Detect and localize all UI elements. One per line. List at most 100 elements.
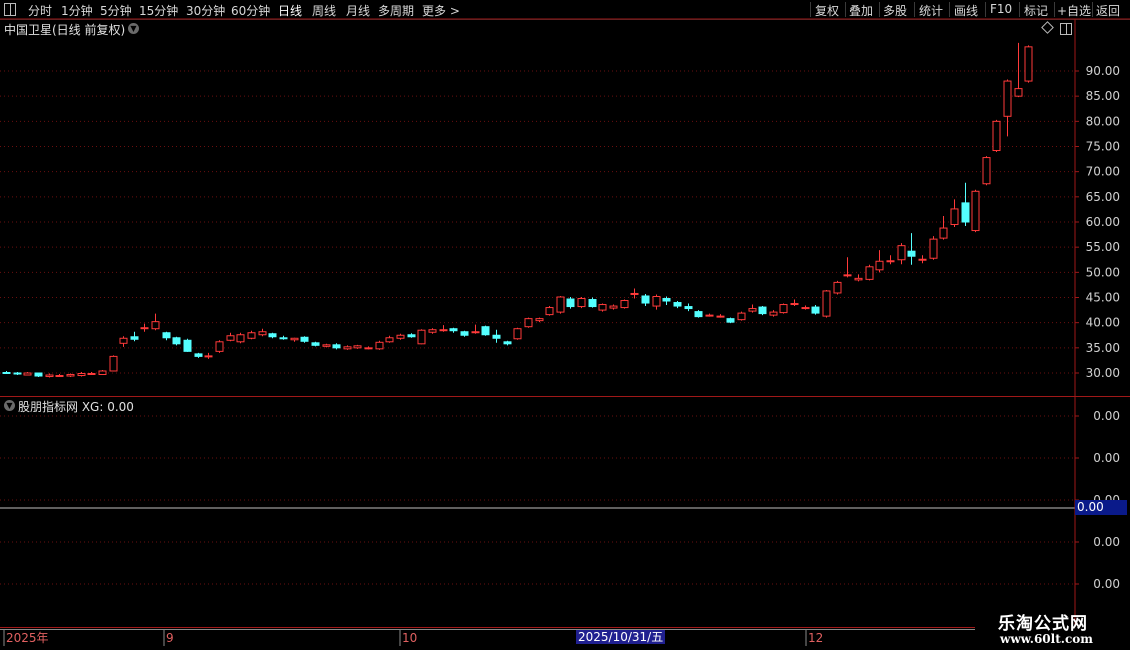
candle xyxy=(343,345,352,350)
candle-body xyxy=(822,290,831,317)
candle-body xyxy=(1003,80,1012,117)
candle xyxy=(460,330,469,337)
candle-body xyxy=(513,328,522,340)
candle xyxy=(950,199,959,228)
candle xyxy=(258,328,267,337)
y-tick-label: 55.00 xyxy=(1086,240,1120,254)
panel-toggle-icon[interactable] xyxy=(1060,23,1072,35)
candle xyxy=(13,371,22,376)
candle-body xyxy=(833,281,842,294)
candle-body xyxy=(471,331,480,334)
candle-body xyxy=(982,157,991,185)
candle xyxy=(364,346,373,350)
date-label: 2025年 xyxy=(6,631,49,645)
chevron-down-icon[interactable]: ▼ xyxy=(4,400,15,411)
candle-body xyxy=(535,318,544,322)
candle xyxy=(641,293,650,307)
candle xyxy=(588,297,597,308)
watermark-url: www.60lt.com xyxy=(1000,632,1093,646)
indicator-tick-label: 0.00 xyxy=(1093,535,1120,549)
kline-chart[interactable]: 30.00 35.00 40.00 45.00 50.00 55.00 60.00 65.00… xyxy=(0,0,1130,650)
candle-body xyxy=(971,190,980,232)
candle-body xyxy=(204,355,213,358)
candle xyxy=(907,233,916,265)
y-tick-label: 35.00 xyxy=(1086,341,1120,355)
candle xyxy=(492,329,501,343)
cursor-date-label: 2025/10/31/五 xyxy=(576,630,666,644)
candle xyxy=(417,329,426,345)
candle xyxy=(652,294,661,310)
candle xyxy=(865,264,874,281)
chevron-down-icon[interactable]: ▼ xyxy=(128,23,139,34)
candle xyxy=(961,182,970,227)
candle xyxy=(396,333,405,340)
date-label: 9 xyxy=(166,631,174,645)
candle-body xyxy=(1014,88,1023,97)
chart-title: 中国卫星(日线 前复权) xyxy=(4,23,126,37)
candle-body xyxy=(630,292,639,295)
candle xyxy=(556,295,565,314)
candle xyxy=(2,370,11,375)
candle-body xyxy=(34,372,43,377)
candle xyxy=(833,280,842,295)
candle-body xyxy=(673,302,682,307)
candle xyxy=(481,325,490,336)
candle-body xyxy=(854,277,863,281)
candle xyxy=(545,306,554,316)
candle xyxy=(1014,42,1023,98)
candle xyxy=(215,340,224,353)
candle xyxy=(34,372,43,378)
candle-body xyxy=(588,299,597,308)
candle xyxy=(140,323,149,332)
candle xyxy=(694,310,703,318)
y-tick-label: 65.00 xyxy=(1086,190,1120,204)
candle-body xyxy=(875,260,884,271)
chart-frame xyxy=(0,18,1130,630)
candle xyxy=(929,236,938,260)
candle xyxy=(684,303,693,312)
candle-body xyxy=(247,332,256,339)
candle-body xyxy=(662,298,671,302)
candle-body xyxy=(641,295,650,304)
y-tick-label: 90.00 xyxy=(1086,64,1120,78)
candle-body xyxy=(23,372,32,376)
candle-body xyxy=(992,120,1001,152)
candle xyxy=(87,371,96,376)
candle xyxy=(513,327,522,340)
candle xyxy=(428,328,437,334)
candlestick-series xyxy=(2,42,1033,378)
candle-body xyxy=(268,333,277,338)
candle xyxy=(45,373,54,378)
candle-body xyxy=(897,245,906,261)
candle-body xyxy=(790,303,799,306)
candle-body xyxy=(396,334,405,339)
candle xyxy=(843,257,852,278)
date-label: 10 xyxy=(402,631,417,645)
y-tick-label: 50.00 xyxy=(1086,265,1120,279)
candle xyxy=(322,343,331,348)
candle-body xyxy=(66,374,75,377)
date-label: 12 xyxy=(808,631,823,645)
candle xyxy=(98,369,107,376)
candle-body xyxy=(684,306,693,310)
candle xyxy=(609,304,618,310)
watermark-title: 乐淘公式网 xyxy=(998,614,1088,634)
candle-body xyxy=(769,311,778,316)
candle-body xyxy=(524,318,533,328)
candle-body xyxy=(332,344,341,349)
candle-body xyxy=(119,337,128,344)
candle xyxy=(194,352,203,358)
candle xyxy=(503,340,512,346)
candle xyxy=(854,274,863,282)
candle-body xyxy=(758,306,767,315)
candle-body xyxy=(705,314,714,317)
indicator-value-box: 0.00 xyxy=(1075,500,1127,515)
candle xyxy=(23,371,32,376)
candle xyxy=(748,304,757,313)
candle xyxy=(236,332,245,344)
candle-body xyxy=(566,298,575,308)
candle-body xyxy=(716,315,725,318)
candle-body xyxy=(811,306,820,314)
candle-body xyxy=(236,334,245,343)
candle xyxy=(290,337,299,342)
